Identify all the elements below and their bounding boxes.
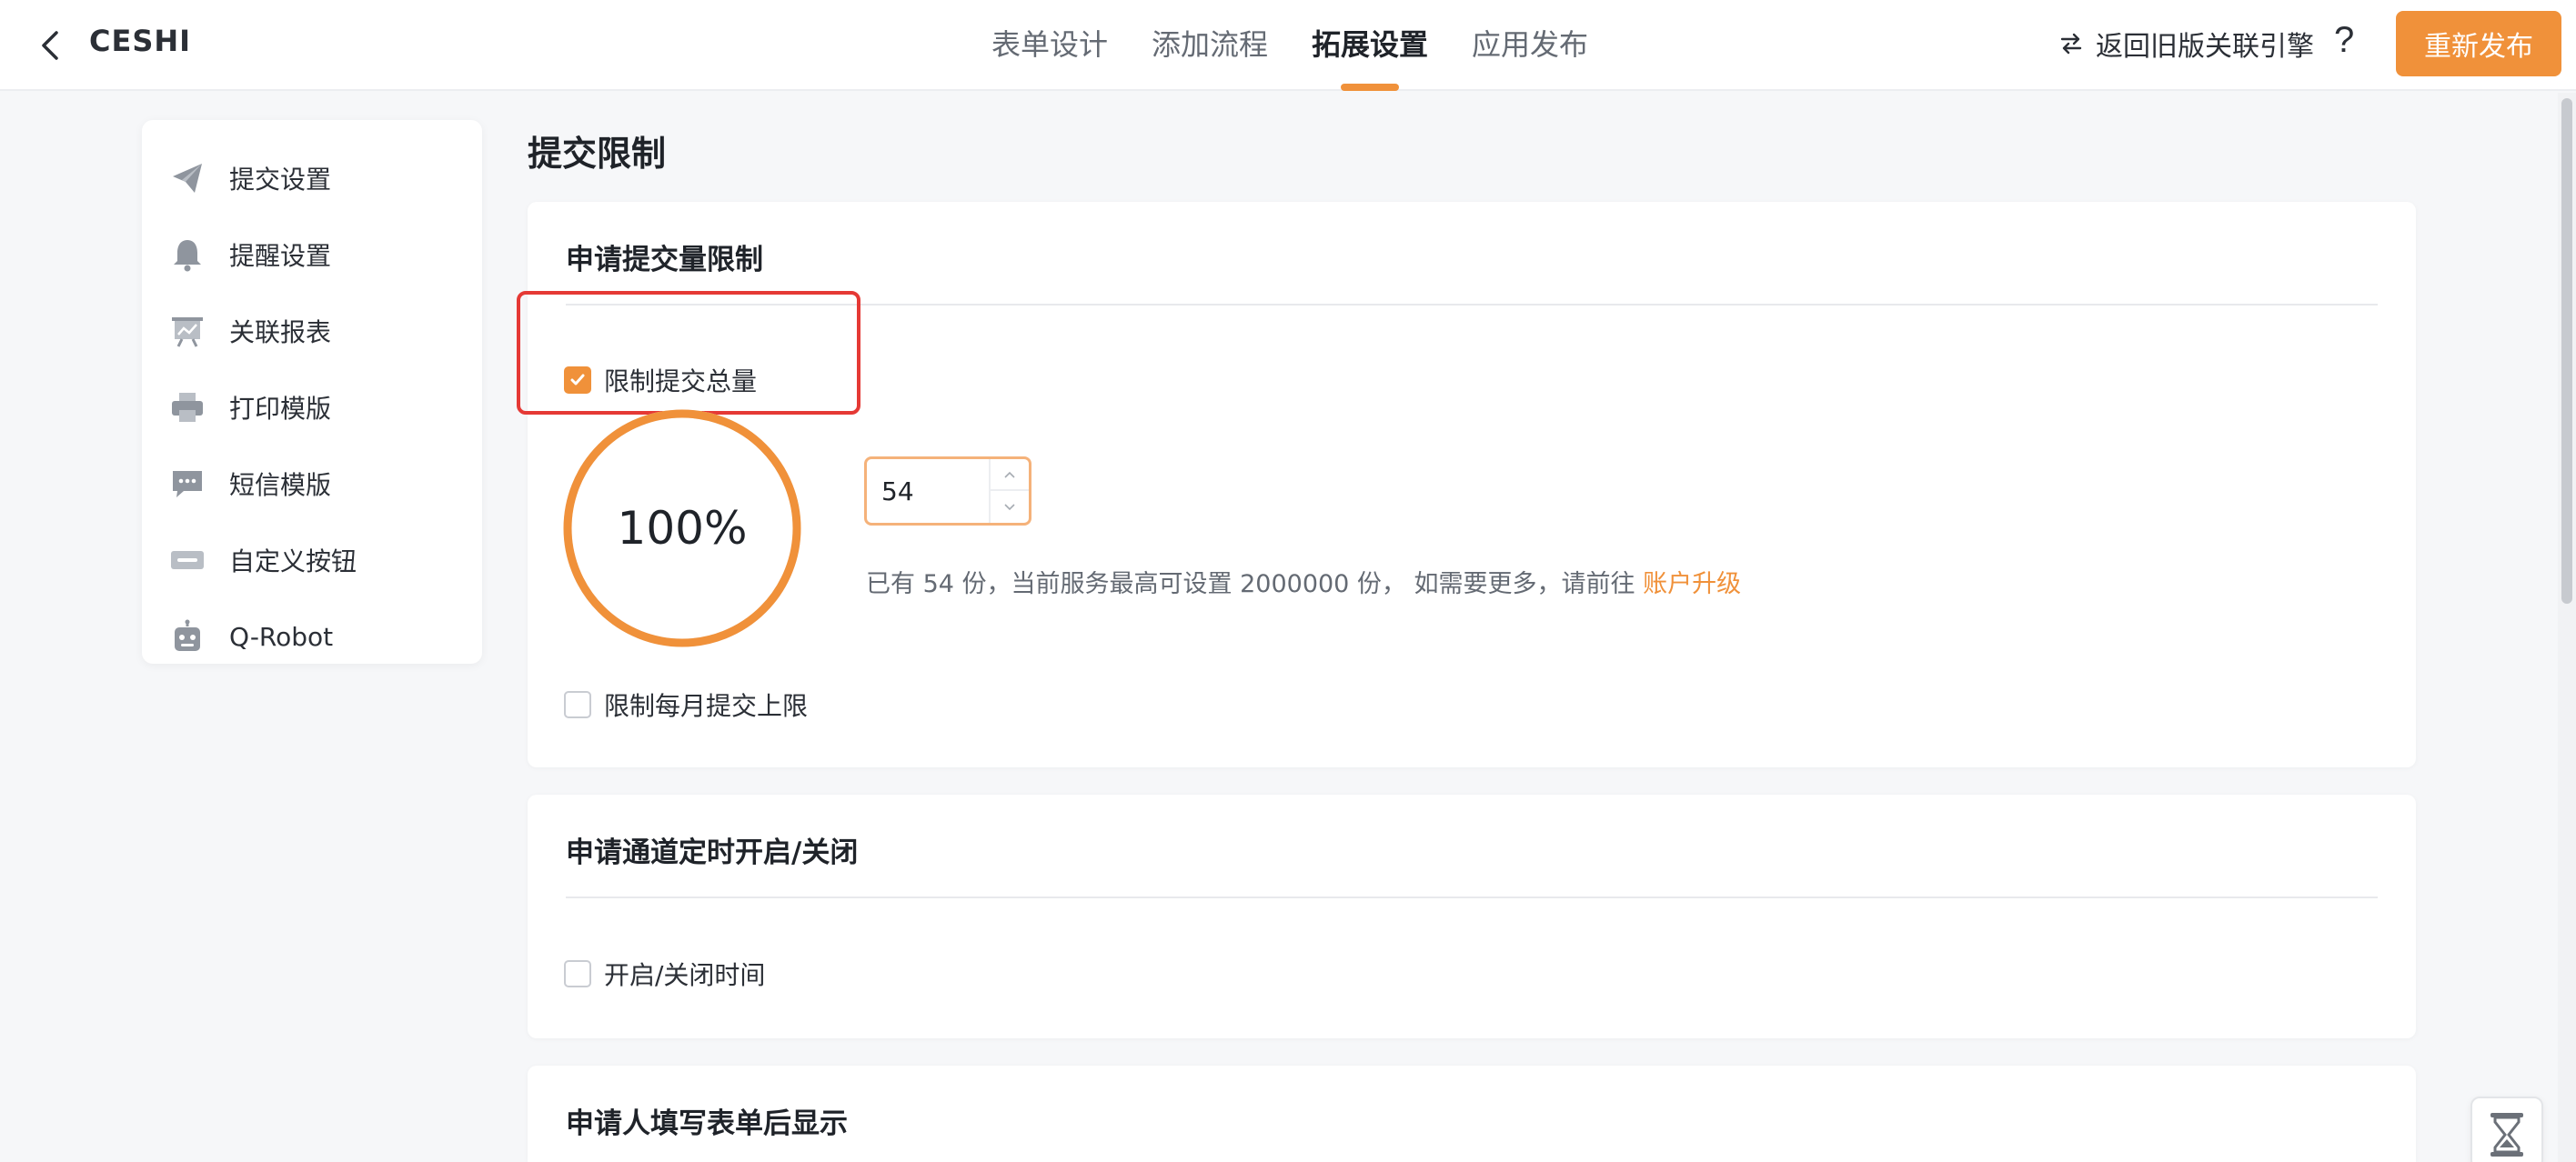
card-title: 申请人填写表单后显示: [566, 1107, 848, 1140]
robot-icon: [175, 619, 200, 651]
bell-icon: [174, 240, 201, 272]
back-arrow-icon[interactable]: [36, 27, 64, 64]
open-close-time-label: 开启/关闭时间: [604, 960, 766, 990]
sidebar-item-print-templates[interactable]: 打印模版: [142, 369, 482, 446]
republish-button[interactable]: 重新发布: [2396, 11, 2561, 76]
legacy-engine-link[interactable]: 返回旧版关联引擎: [2059, 24, 2314, 64]
check-icon: [570, 374, 585, 386]
message-icon: [173, 471, 202, 497]
card-title: 申请提交量限制: [566, 244, 763, 276]
tab-add-workflow[interactable]: 添加流程: [1152, 0, 1268, 91]
floating-tool-button[interactable]: [2470, 1097, 2543, 1162]
checkbox-unchecked[interactable]: [564, 960, 591, 987]
help-icon[interactable]: ?: [2334, 20, 2354, 61]
open-close-time-checkbox[interactable]: 开启/关闭时间: [564, 956, 765, 992]
sidebar-item-label: 关联报表: [229, 317, 332, 347]
card-header: 申请提交量限制: [566, 202, 2378, 306]
main-tabs: 表单设计 添加流程 拓展设置 应用发布: [991, 0, 1632, 91]
sidebar-item-submit-settings[interactable]: 提交设置: [142, 140, 482, 216]
sidebar-item-label: 打印模版: [229, 394, 332, 424]
stepper-increment[interactable]: [991, 459, 1029, 491]
tab-extension-settings[interactable]: 拓展设置: [1312, 0, 1428, 91]
quota-hint-text: 已有 54 份，当前服务最高可设置 2000000 份， 如需要更多，请前往: [866, 570, 1644, 598]
limit-quantity-input[interactable]: 54: [881, 476, 991, 508]
progress-percent: 100%: [617, 502, 748, 555]
btn-icon: [171, 551, 204, 569]
sidebar-item-label: Q-Robot: [229, 621, 334, 652]
limit-total-checkbox[interactable]: 限制提交总量: [564, 362, 757, 398]
scrollbar-thumb[interactable]: [2561, 98, 2572, 604]
sidebar-item-sms-templates[interactable]: 短信模版: [142, 446, 482, 522]
sidebar-item-label: 自定义按钮: [229, 546, 357, 576]
submit-limit-card: 申请提交量限制: [528, 202, 2416, 767]
sidebar-item-label: 提醒设置: [229, 241, 332, 271]
chevron-up-icon: [1004, 471, 1015, 478]
after-submit-card: 申请人填写表单后显示: [528, 1066, 2416, 1162]
limit-quantity-stepper[interactable]: 54: [864, 456, 1031, 526]
account-upgrade-link[interactable]: 账户升级: [1643, 570, 1741, 598]
swap-arrows-icon: [2060, 33, 2082, 55]
quota-hint: 已有 54 份，当前服务最高可设置 2000000 份， 如需要更多，请前往 账…: [866, 564, 1741, 599]
checkbox-unchecked[interactable]: [564, 691, 591, 718]
sidebar-item-label: 提交设置: [229, 165, 332, 195]
legacy-engine-label: 返回旧版关联引擎: [2096, 31, 2314, 63]
limit-monthly-checkbox[interactable]: 限制每月提交上限: [564, 686, 808, 723]
chart-board-icon: [172, 317, 203, 347]
checkbox-checked[interactable]: [564, 366, 591, 394]
sidebar-item-custom-buttons[interactable]: 自定义按钮: [142, 522, 482, 598]
card-title: 申请通道定时开启/关闭: [566, 836, 859, 869]
chevron-down-icon: [1004, 503, 1015, 510]
paper-plane-icon: [173, 164, 202, 193]
sidebar-item-linked-reports[interactable]: 关联报表: [142, 293, 482, 369]
printer-icon: [172, 393, 203, 422]
card-header: 申请通道定时开启/关闭: [566, 795, 2378, 898]
stepper-controls: [989, 459, 1029, 523]
page-title: 提交限制: [528, 134, 667, 174]
limit-total-label: 限制提交总量: [604, 366, 758, 396]
app-title: CESHI: [89, 24, 192, 58]
tab-form-design[interactable]: 表单设计: [991, 0, 1108, 91]
limit-monthly-label: 限制每月提交上限: [604, 691, 809, 721]
card-header: 申请人填写表单后显示: [566, 1066, 2378, 1162]
tab-app-publish[interactable]: 应用发布: [1472, 0, 1588, 91]
sidebar-item-q-robot[interactable]: Q-Robot: [142, 598, 482, 675]
schedule-card: 申请通道定时开启/关闭: [528, 795, 2416, 1038]
sidebar-item-reminder-settings[interactable]: 提醒设置: [142, 216, 482, 293]
sidebar-item-label: 短信模版: [229, 470, 332, 500]
settings-sidebar: 提交设置 提醒设置 关联报表 打印模版 短信模版 自定义按钮 Q-Robot: [142, 120, 482, 664]
hourglass-icon: [2490, 1113, 2523, 1157]
top-bar: CESHI 表单设计 添加流程 拓展设置 应用发布 返回旧版关联引擎 ? 重新发…: [0, 0, 2576, 91]
stepper-decrement[interactable]: [991, 491, 1029, 523]
